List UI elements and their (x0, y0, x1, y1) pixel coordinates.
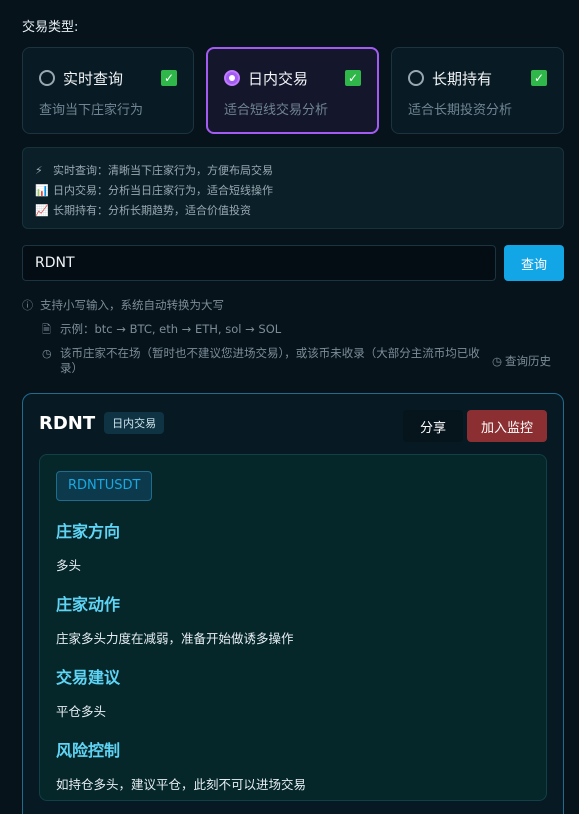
example-hint-text: 示例：btc → BTC, eth → ETH, sol → SOL (60, 322, 282, 336)
radio-realtime[interactable] (39, 70, 55, 86)
info-text: 长期持有：分析长期趋势，适合价值投资 (53, 204, 251, 217)
query-history-label: 查询历史 (505, 354, 552, 368)
trade-type-desc: 适合长期投资分析 (408, 103, 513, 118)
lowercase-hint: ⓘ 支持小写输入，系统自动转换为大写 (22, 297, 224, 313)
symbol-search-input[interactable] (22, 245, 496, 281)
radio-intraday[interactable] (224, 70, 240, 86)
trade-type-label: 交易类型: (22, 20, 79, 35)
trade-type-badge: 日内交易 (104, 412, 165, 434)
section-title-advice: 交易建议 (56, 668, 121, 687)
checkmark-icon: ✓ (161, 70, 177, 86)
query-history-link[interactable]: ◷ 查询历史 (492, 353, 551, 369)
lightning-icon: ⚡ (35, 163, 43, 177)
document-icon: 🗎 (42, 323, 51, 336)
warning-hint: ◷ 该币庄家不在场（暂时也不建议您进场交易），或该币未收录（大部分主流币均已收录… (42, 346, 482, 376)
trade-type-info-box: ⚡ 实时查询：清晰当下庄家行为，方便布局交易 📊 日内交易：分析当日庄家行为，适… (22, 147, 564, 229)
section-title-direction: 庄家方向 (56, 522, 121, 541)
checkmark-icon: ✓ (531, 70, 547, 86)
trade-type-intraday[interactable]: 日内交易 ✓ 适合短线交易分析 (206, 47, 379, 134)
radio-longterm[interactable] (408, 70, 424, 86)
section-text-risk: 如持仓多头，建议平仓，此刻不可以进场交易 (56, 777, 307, 792)
checkmark-icon: ✓ (345, 70, 361, 86)
add-to-watch-button[interactable]: 加入监控 (467, 410, 547, 442)
share-button[interactable]: 分享 (403, 410, 463, 442)
section-title-risk: 风险控制 (56, 741, 121, 760)
query-button[interactable]: 查询 (504, 245, 564, 281)
result-symbol: RDNT (39, 412, 96, 434)
trade-type-title: 日内交易 (248, 69, 309, 88)
clock-icon: ◷ (42, 347, 52, 360)
section-text-advice: 平仓多头 (56, 704, 107, 719)
bar-chart-icon: 📊 (35, 183, 49, 197)
result-card: RDNT 日内交易 分享 加入监控 RDNTUSDT 庄家方向 多头 庄家动作 … (22, 393, 564, 814)
info-circle-icon: ⓘ (22, 299, 33, 312)
section-text-action: 庄家多头力度在减弱，准备开始做诱多操作 (56, 631, 294, 646)
analysis-panel: RDNTUSDT 庄家方向 多头 庄家动作 庄家多头力度在减弱，准备开始做诱多操… (39, 454, 547, 801)
section-title-action: 庄家动作 (56, 595, 121, 614)
info-text: 实时查询：清晰当下庄家行为，方便布局交易 (53, 164, 273, 177)
trade-type-title: 长期持有 (432, 69, 493, 88)
lowercase-hint-text: 支持小写输入，系统自动转换为大写 (40, 298, 224, 312)
info-line: 📊 日内交易：分析当日庄家行为，适合短线操作 (35, 180, 551, 200)
trade-type-title: 实时查询 (63, 69, 124, 88)
trade-type-desc: 适合短线交易分析 (224, 103, 329, 118)
info-line: 📈 长期持有：分析长期趋势，适合价值投资 (35, 200, 551, 220)
trend-chart-icon: 📈 (35, 203, 49, 217)
info-text: 日内交易：分析当日庄家行为，适合短线操作 (53, 184, 273, 197)
result-header: RDNT 日内交易 (39, 412, 165, 434)
trade-type-longterm[interactable]: 长期持有 ✓ 适合长期投资分析 (391, 47, 564, 134)
trade-type-realtime[interactable]: 实时查询 ✓ 查询当下庄家行为 (22, 47, 194, 134)
history-icon: ◷ (492, 354, 503, 368)
trade-type-desc: 查询当下庄家行为 (39, 103, 144, 118)
warning-hint-text: 该币庄家不在场（暂时也不建议您进场交易），或该币未收录（大部分主流币均已收录） (60, 346, 480, 375)
info-line: ⚡ 实时查询：清晰当下庄家行为，方便布局交易 (35, 160, 551, 180)
trading-pair-tag: RDNTUSDT (56, 471, 153, 501)
example-hint: 🗎 示例：btc → BTC, eth → ETH, sol → SOL (42, 321, 281, 340)
section-text-direction: 多头 (56, 558, 82, 573)
